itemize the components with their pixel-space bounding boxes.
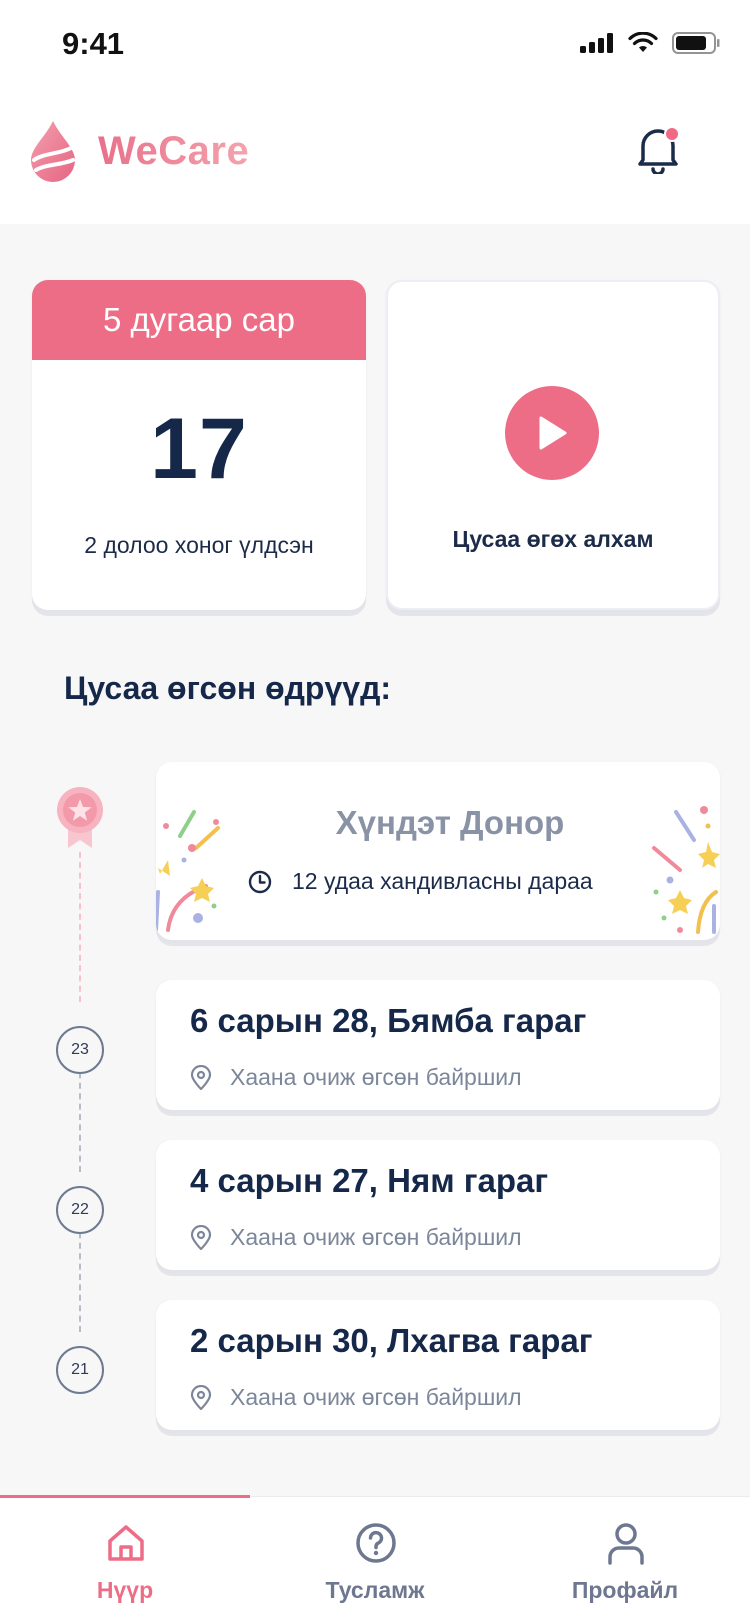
play-icon [539,416,567,450]
donation-date: 2 сарын 30, Лхагва гараг [190,1322,593,1359]
timeline-connector [79,1062,81,1172]
notification-dot [664,126,680,142]
donation-list-item[interactable]: 4 сарын 27, Ням гараг Хаана очиж өгсөн б… [156,1140,720,1270]
app-header: WeCare [0,90,750,224]
timeline-connector [79,1222,81,1332]
timeline-connector [79,852,81,1002]
next-donation-month: 5 дугаар сар [32,280,366,360]
clock-icon [248,870,272,893]
donation-list-item[interactable]: 2 сарын 30, Лхагва гараг Хаана очиж өгсө… [156,1300,720,1430]
location-pin-icon [190,1064,212,1090]
next-donation-card[interactable]: 5 дугаар сар 17 2 долоо хоног үлдсэн [32,280,366,610]
donation-number-badge: 21 [56,1346,104,1394]
donation-location-row: Хаана очиж өгсөн байршил [190,1064,522,1091]
help-icon [356,1523,396,1563]
wifi-icon [628,32,658,52]
honor-donor-card[interactable]: Хүндэт Донор 12 удаа хандивласны дараа [156,762,720,940]
tab-profile-label: Профайл [571,1577,679,1603]
blood-drop-logo-icon [31,121,75,182]
signal-icon [580,33,613,53]
tab-profile[interactable]: Профайл [500,1497,750,1624]
weeks-remaining: 2 долоо хоног үлдсэн [84,532,314,558]
notifications-button[interactable] [634,124,682,176]
donation-number-badge: 23 [56,1026,104,1074]
status-icons [580,32,720,54]
bottom-tab-bar: Нүүр Тусламж Профайл [0,1495,750,1624]
honor-donor-subtitle: 12 удаа хандивласны дараа [292,868,593,894]
donation-location-row: Хаана очиж өгсөн байршил [190,1224,522,1251]
donation-number-badge: 22 [56,1186,104,1234]
profile-icon [608,1523,644,1565]
donation-steps-label: Цусаа өгөх алхам [452,526,654,552]
next-donation-day: 17 [150,401,248,497]
donation-location: Хаана очиж өгсөн байршил [230,1384,522,1410]
section-title: Цусаа өгсөн өдрүүд: [64,670,392,706]
donation-location-row: Хаана очиж өгсөн байршил [190,1384,522,1411]
location-pin-icon [190,1224,212,1250]
donation-date: 4 сарын 27, Ням гараг [190,1162,549,1199]
tab-home[interactable]: Нүүр [0,1497,250,1624]
donation-list-item[interactable]: 6 сарын 28, Бямба гараг Хаана очиж өгсөн… [156,980,720,1110]
home-icon [108,1525,144,1561]
status-bar: 9:41 [0,0,750,90]
status-time: 9:41 [62,26,125,61]
tab-home-label: Нүүр [96,1577,154,1603]
tab-help-label: Тусламж [325,1577,425,1603]
play-button[interactable] [505,386,599,480]
donation-location: Хаана очиж өгсөн байршил [230,1064,522,1090]
donation-location: Хаана очиж өгсөн байршил [230,1224,522,1250]
app-name: WeCare [98,128,250,173]
donation-steps-card[interactable]: Цусаа өгөх алхам [386,280,720,610]
honor-donor-title: Хүндэт Донор [335,804,565,841]
donation-date: 6 сарын 28, Бямба гараг [190,1002,587,1039]
location-pin-icon [190,1384,212,1410]
honor-donor-subtitle-row: 12 удаа хандивласны дараа [248,868,593,895]
medal-icon [56,786,104,850]
tab-help[interactable]: Тусламж [250,1497,500,1624]
battery-icon [672,32,720,54]
app-logo[interactable]: WeCare [30,120,249,182]
